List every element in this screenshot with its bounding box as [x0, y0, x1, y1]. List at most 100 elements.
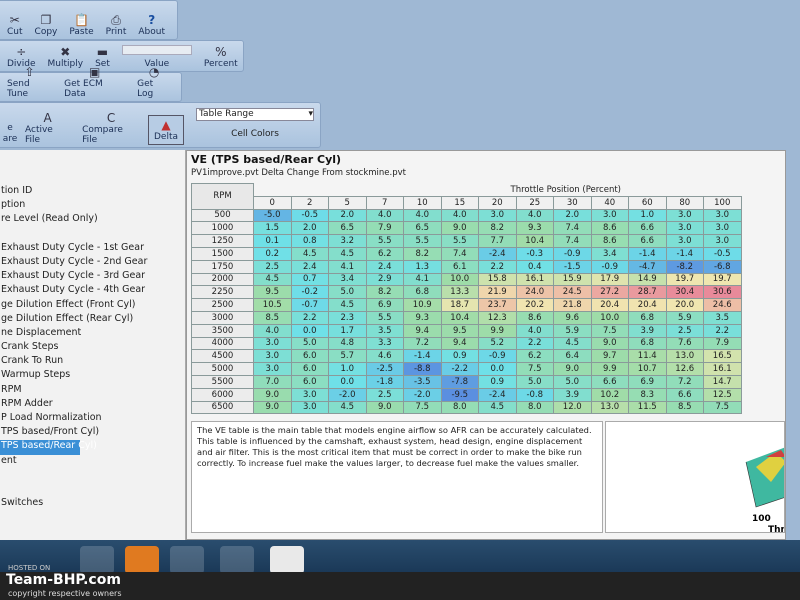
table-cell[interactable]: 3.4 [328, 272, 367, 287]
table-cell[interactable]: 3.0 [290, 387, 329, 402]
table-cell[interactable]: -0.9 [553, 246, 592, 261]
table-cell[interactable]: 20.2 [515, 298, 554, 312]
table-cell[interactable]: -1.4 [665, 246, 704, 261]
paste-button[interactable]: 📋 Paste [65, 13, 97, 37]
table-cell[interactable]: 8.2 [478, 221, 517, 236]
table-cell[interactable]: 2.2 [515, 336, 554, 351]
table-cell[interactable]: 5.5 [403, 234, 442, 248]
table-cell[interactable]: 6.0 [290, 362, 329, 376]
tree-item[interactable]: Warmup Steps [0, 369, 185, 383]
table-cell[interactable]: -1.4 [628, 246, 667, 261]
table-cell[interactable]: 9.5 [440, 323, 479, 338]
table-cell[interactable]: 21.9 [478, 285, 517, 300]
table-cell[interactable]: 24.6 [703, 298, 742, 312]
tree-item[interactable]: TPS based/Front Cyl) [0, 426, 185, 440]
cut-button[interactable]: ✂ Cut [3, 13, 27, 37]
table-cell[interactable]: 5.0 [328, 285, 367, 300]
table-cell[interactable]: 2.4 [290, 259, 329, 274]
table-cell[interactable]: 0.4 [515, 259, 554, 274]
surface-chart[interactable]: 100 Thrott [605, 421, 785, 533]
table-cell[interactable]: 20.4 [628, 298, 667, 312]
table-cell[interactable]: 9.0 [365, 400, 404, 415]
table-cell[interactable]: 5.7 [328, 349, 367, 364]
table-cell[interactable]: 8.3 [628, 387, 667, 402]
table-cell[interactable]: 9.3 [403, 310, 442, 325]
table-cell[interactable]: 10.0 [590, 310, 629, 325]
table-cell[interactable]: 9.4 [403, 323, 442, 338]
table-cell[interactable]: 4.0 [515, 323, 554, 338]
table-cell[interactable]: 13.3 [440, 285, 479, 300]
table-cell[interactable]: 2.4 [365, 259, 404, 274]
table-cell[interactable]: 2.5 [665, 323, 704, 338]
table-cell[interactable]: 15.8 [478, 272, 517, 287]
table-cell[interactable]: 2.9 [365, 272, 404, 287]
table-cell[interactable]: 24.5 [553, 285, 592, 300]
table-cell[interactable]: 6.8 [628, 310, 667, 325]
table-cell[interactable]: 1.0 [628, 208, 667, 223]
table-cell[interactable]: 3.0 [253, 362, 292, 376]
table-cell[interactable]: 5.9 [553, 323, 592, 338]
table-cell[interactable]: 12.3 [478, 310, 517, 325]
table-cell[interactable]: 6.6 [590, 374, 629, 389]
table-cell[interactable]: 6.4 [553, 349, 592, 364]
tree-item[interactable]: RPM [0, 384, 185, 398]
table-cell[interactable]: 8.2 [365, 285, 404, 300]
app-icon[interactable] [220, 546, 254, 574]
tree-item[interactable]: Switches [0, 497, 185, 511]
table-cell[interactable]: 4.1 [328, 259, 367, 274]
table-cell[interactable]: 9.7 [590, 349, 629, 364]
table-cell[interactable]: 10.0 [440, 272, 479, 287]
table-cell[interactable]: 3.0 [590, 208, 629, 223]
table-cell[interactable]: 8.6 [515, 310, 554, 325]
table-cell[interactable]: -2.4 [478, 246, 517, 261]
table-cell[interactable]: 3.0 [703, 234, 742, 248]
media-player-icon[interactable] [80, 546, 114, 574]
table-cell[interactable]: 16.5 [703, 349, 742, 364]
table-cell[interactable]: 0.1 [253, 234, 292, 248]
table-cell[interactable]: 8.2 [403, 246, 442, 261]
get-log-button[interactable]: ◔ Get Log [133, 65, 175, 99]
tree-item[interactable]: ge Dilution Effect (Rear Cyl) [0, 313, 185, 327]
table-cell[interactable]: 2.0 [290, 221, 329, 236]
table-cell[interactable]: 11.4 [628, 349, 667, 364]
table-cell[interactable]: -2.5 [365, 362, 404, 376]
table-cell[interactable]: 7.0 [253, 374, 292, 389]
table-cell[interactable]: 3.0 [253, 349, 292, 364]
about-button[interactable]: ? About [134, 13, 169, 37]
copy-button[interactable]: ❐ Copy [31, 13, 62, 37]
firefox-icon[interactable] [125, 546, 159, 574]
table-cell[interactable]: -3.5 [403, 374, 442, 389]
table-cell[interactable]: 7.5 [515, 362, 554, 376]
table-cell[interactable]: -0.9 [590, 259, 629, 274]
table-cell[interactable]: -5.0 [253, 208, 292, 223]
table-cell[interactable]: 2.2 [478, 259, 517, 274]
table-cell[interactable]: 5.2 [478, 336, 517, 351]
table-cell[interactable]: 15.9 [553, 272, 592, 287]
table-cell[interactable]: 4.5 [328, 246, 367, 261]
table-cell[interactable]: 9.9 [590, 362, 629, 376]
table-cell[interactable]: 4.5 [253, 272, 292, 287]
explorer-icon[interactable] [170, 546, 204, 574]
table-cell[interactable]: 2.2 [290, 310, 329, 325]
table-cell[interactable]: 2.5 [365, 387, 404, 402]
table-cell[interactable]: 5.5 [440, 234, 479, 248]
table-cell[interactable]: 6.8 [628, 336, 667, 351]
table-cell[interactable]: -1.4 [403, 349, 442, 364]
table-cell[interactable]: 5.0 [553, 374, 592, 389]
table-cell[interactable]: 13.0 [665, 349, 704, 364]
table-cell[interactable]: 3.5 [365, 323, 404, 338]
table-cell[interactable]: 4.5 [328, 400, 367, 415]
table-cell[interactable]: 2.3 [328, 310, 367, 325]
table-cell[interactable]: -0.5 [703, 246, 742, 261]
table-cell[interactable]: 8.0 [515, 400, 554, 415]
table-cell[interactable]: 10.4 [440, 310, 479, 325]
tree-item[interactable]: ption [0, 199, 185, 213]
table-cell[interactable]: 7.2 [665, 374, 704, 389]
table-cell[interactable]: 3.0 [478, 208, 517, 223]
table-cell[interactable]: 3.9 [628, 323, 667, 338]
table-cell[interactable]: 5.5 [365, 310, 404, 325]
table-cell[interactable]: 1.7 [328, 323, 367, 338]
table-cell[interactable]: -6.8 [703, 259, 742, 274]
table-cell[interactable]: 1.3 [403, 259, 442, 274]
table-cell[interactable]: 6.9 [628, 374, 667, 389]
